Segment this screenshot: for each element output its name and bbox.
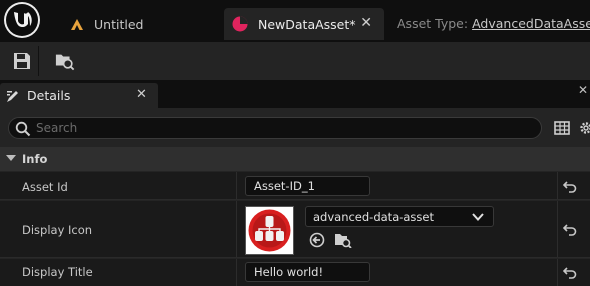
column-divider — [236, 259, 237, 286]
search-input[interactable] — [36, 120, 526, 136]
column-divider — [557, 259, 558, 286]
column-divider — [557, 172, 558, 199]
property-name-display-title: Display Title — [22, 265, 93, 279]
display-icon-dropdown[interactable]: advanced-data-asset — [305, 206, 494, 227]
display-title-field[interactable] — [245, 262, 370, 282]
reset-icon[interactable] — [563, 181, 577, 193]
search-icon — [15, 121, 31, 137]
close-icon[interactable]: ✕ — [360, 15, 372, 31]
data-asset-icon — [232, 16, 248, 32]
browse-icon[interactable] — [55, 51, 75, 71]
column-divider — [557, 201, 558, 257]
use-arrow-icon[interactable] — [309, 232, 325, 248]
display-icon-selected: advanced-data-asset — [313, 210, 435, 224]
column-divider — [236, 201, 237, 257]
property-name-asset-id: Asset Id — [22, 180, 68, 194]
asset-type-info: Asset Type: AdvancedDataAsset — [397, 16, 590, 31]
asset-type-link[interactable]: AdvancedDataAsset — [472, 16, 590, 31]
category-info[interactable]: Info — [0, 147, 590, 171]
asset-id-input[interactable] — [246, 177, 369, 195]
tab-untitled-label: Untitled — [94, 16, 144, 32]
asset-id-field[interactable] — [245, 176, 370, 196]
details-icon — [7, 91, 18, 102]
column-divider — [236, 172, 237, 199]
chevron-down-icon — [472, 213, 484, 221]
display-icon-thumbnail[interactable] — [245, 206, 294, 255]
property-row-display-icon: Display Icon — [0, 201, 590, 258]
asset-type-key: Asset Type: — [397, 16, 469, 31]
reset-icon[interactable] — [563, 224, 577, 236]
gear-icon[interactable] — [577, 119, 590, 137]
tab-details-label: Details — [27, 88, 71, 103]
property-name-display-icon: Display Icon — [22, 223, 93, 237]
browse-asset-icon[interactable] — [334, 232, 352, 248]
category-info-label: Info — [22, 152, 48, 166]
close-panel-icon[interactable]: ✕ — [578, 83, 588, 97]
level-icon — [71, 19, 83, 30]
tab-new-data-asset-label: NewDataAsset* — [258, 16, 356, 32]
expand-arrow-icon[interactable] — [6, 155, 16, 161]
tab-new-data-asset[interactable]: NewDataAsset* ✕ — [224, 8, 384, 40]
search-box[interactable] — [8, 117, 542, 139]
unreal-logo-icon[interactable] — [4, 2, 40, 38]
display-title-input[interactable] — [246, 263, 369, 281]
grid-icon[interactable] — [554, 120, 570, 136]
close-details-icon[interactable]: ✕ — [136, 87, 147, 102]
tab-untitled[interactable]: Untitled — [60, 8, 220, 40]
save-icon[interactable] — [12, 51, 32, 71]
reset-icon[interactable] — [563, 267, 577, 279]
title-bar: Untitled NewDataAsset* ✕ Asset Type: Adva… — [0, 0, 590, 42]
tab-details[interactable]: Details ✕ — [0, 83, 158, 108]
toolbar-divider — [38, 46, 39, 76]
toolbar — [0, 42, 590, 80]
